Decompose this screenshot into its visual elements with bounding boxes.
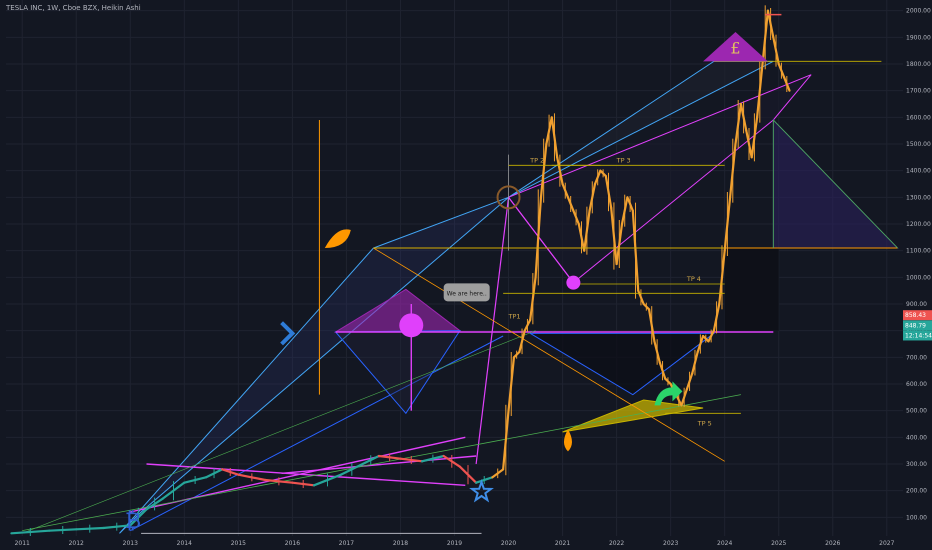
y-tick-label: 1800.00 bbox=[906, 61, 931, 68]
x-tick-label: 2014 bbox=[177, 540, 192, 547]
target-icon bbox=[566, 275, 581, 290]
y-tick-label: 1400.00 bbox=[906, 168, 931, 175]
price-chart[interactable]: TP1TP 2TP 3TP 4TP 5TP 6 100.00200.00300.… bbox=[0, 0, 932, 550]
y-tick-label: 1200.00 bbox=[906, 221, 931, 228]
y-tick-label: 300.00 bbox=[906, 461, 927, 468]
price-tags: 858.43 848.79 12:14:54 bbox=[903, 310, 932, 341]
y-tick-label: 2000.00 bbox=[906, 8, 931, 15]
callout-text: We are here.. bbox=[447, 290, 487, 297]
x-tick-label: 2021 bbox=[555, 540, 570, 547]
x-tick-label: 2024 bbox=[717, 540, 732, 547]
x-tick-label: 2015 bbox=[231, 540, 246, 547]
tp-label: TP 4 bbox=[686, 275, 701, 283]
tp-label: TP 2 bbox=[529, 156, 544, 164]
x-tick-label: 2018 bbox=[393, 540, 408, 547]
y-tick-label: 1500.00 bbox=[906, 141, 931, 148]
tp-label: TP 3 bbox=[616, 156, 631, 164]
x-tick-label: 2023 bbox=[663, 540, 678, 547]
y-tick-label: 1600.00 bbox=[906, 114, 931, 121]
price-axis: 100.00 200.00 300.00 400.00 500.00 600.00 700.… bbox=[903, 0, 932, 550]
x-tick-label: 2016 bbox=[285, 540, 300, 547]
y-tick-label: 1100.00 bbox=[906, 248, 931, 255]
x-tick-label: 2020 bbox=[501, 540, 516, 547]
time-axis: 2011 2012 2013 2014 2015 2016 2017 2018 2019 2020… bbox=[0, 536, 932, 550]
x-tick-label: 2011 bbox=[15, 540, 30, 547]
x-tick-label: 2017 bbox=[339, 540, 354, 547]
y-tick-label: 1700.00 bbox=[906, 88, 931, 95]
y-tick-label: 400.00 bbox=[906, 434, 927, 441]
bitcoin-icon: ₿ bbox=[125, 509, 141, 534]
dark-box bbox=[724, 248, 779, 331]
y-tick-label: 900.00 bbox=[906, 301, 927, 308]
pound-glyph: £ bbox=[730, 38, 740, 57]
y-tick-label: 1300.00 bbox=[906, 194, 931, 201]
x-tick-label: 2025 bbox=[771, 540, 786, 547]
y-tick-label: 500.00 bbox=[906, 408, 927, 415]
y-tick-label: 600.00 bbox=[906, 381, 927, 388]
y-tick-label: 200.00 bbox=[906, 488, 927, 495]
x-tick-label: 2012 bbox=[69, 540, 84, 547]
price-tag-label: 12:14:54 bbox=[905, 332, 932, 339]
x-tick-label: 2022 bbox=[609, 540, 624, 547]
symbol-header: TESLA INC, 1W, Cboe BZX, Heikin Ashi bbox=[6, 4, 141, 12]
pin-icon bbox=[399, 313, 424, 338]
tp-label: TP1 bbox=[508, 312, 521, 320]
price-tag-label: 858.43 bbox=[905, 312, 926, 319]
x-tick-label: 2027 bbox=[879, 540, 894, 547]
y-tick-label: 1000.00 bbox=[906, 274, 931, 281]
tp-label: TP 5 bbox=[697, 419, 712, 427]
x-tick-label: 2019 bbox=[447, 540, 462, 547]
y-tick-label: 1900.00 bbox=[906, 34, 931, 41]
y-tick-label: 100.00 bbox=[906, 514, 927, 521]
y-tick-label: 700.00 bbox=[906, 354, 927, 361]
x-tick-label: 2013 bbox=[123, 540, 138, 547]
price-tag-label: 848.79 bbox=[905, 322, 926, 329]
time-axis-bg bbox=[0, 536, 932, 550]
x-tick-label: 2026 bbox=[825, 540, 840, 547]
